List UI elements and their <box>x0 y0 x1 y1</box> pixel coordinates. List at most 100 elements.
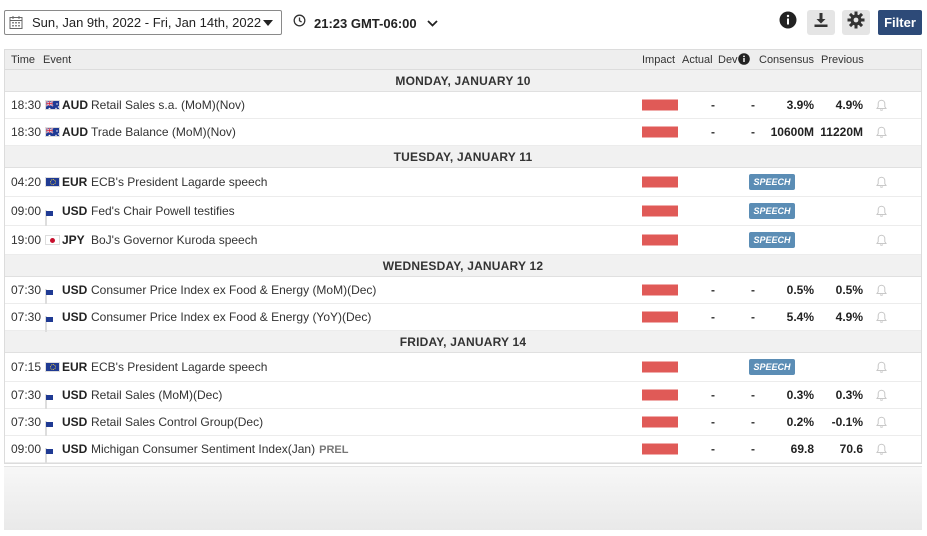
impact-bar <box>642 443 678 455</box>
event-title: Fed's Chair Powell testifies <box>91 204 235 218</box>
actual-value: - <box>711 98 715 112</box>
flag-us-icon <box>45 394 47 410</box>
event-name[interactable]: ECB's President Lagarde speech <box>91 360 267 374</box>
flag-eu-icon <box>45 177 60 187</box>
timezone-selector[interactable]: 21:23 GMT-06:00 <box>293 14 439 32</box>
currency-code: USD <box>62 388 88 402</box>
event-time: 19:00 <box>11 233 42 247</box>
currency-code: USD <box>62 415 88 429</box>
bell-icon[interactable] <box>873 414 889 430</box>
day-header: WEDNESDAY, JANUARY 12 <box>5 255 921 277</box>
currency-code: AUD <box>62 98 88 112</box>
event-time: 18:30 <box>11 125 42 139</box>
previous-value: 0.3% <box>835 388 863 402</box>
flag-us-icon <box>45 289 47 305</box>
consensus-value: 0.5% <box>786 283 814 297</box>
date-range-picker[interactable]: Sun, Jan 9th, 2022 - Fri, Jan 14th, 2022 <box>4 10 282 35</box>
bell-icon[interactable] <box>873 124 889 140</box>
event-time: 18:30 <box>11 98 42 112</box>
event-name[interactable]: Trade Balance (MoM)(Nov) <box>91 125 236 139</box>
economic-calendar-table: Time Event Impact Actual Dev Consensus P… <box>4 49 922 464</box>
event-title: ECB's President Lagarde speech <box>91 360 268 374</box>
bell-icon[interactable] <box>873 174 889 190</box>
impact-bar <box>642 99 678 111</box>
flag-us-icon <box>45 316 47 332</box>
event-time: 07:30 <box>11 415 42 429</box>
currency-code: USD <box>62 204 88 218</box>
table-row[interactable]: 07:30 USD Retail Sales Control Group(Dec) -… <box>5 409 921 437</box>
impact-bar <box>642 234 678 246</box>
col-consensus: Consensus <box>759 54 815 66</box>
currency-code: USD <box>62 442 88 456</box>
impact-bar <box>642 205 678 217</box>
col-previous: Previous <box>821 54 864 66</box>
bell-icon[interactable] <box>873 232 889 248</box>
table-row[interactable]: 18:30 AUD Retail Sales s.a. (MoM)(Nov) - - 3.… <box>5 92 921 119</box>
speech-badge: SPEECH <box>749 232 795 248</box>
previous-value: 4.9% <box>835 98 863 112</box>
flag-au-icon <box>45 127 60 137</box>
event-name[interactable]: Consumer Price Index ex Food & Energy (M… <box>91 283 376 297</box>
actual-value: - <box>711 310 715 324</box>
bell-icon[interactable] <box>873 282 889 298</box>
event-title: Retail Sales s.a. (MoM)(Nov) <box>91 98 246 112</box>
actual-value: - <box>711 125 715 139</box>
event-time: 04:20 <box>11 175 42 189</box>
event-name[interactable]: Michigan Consumer Sentiment Index(Jan) PR… <box>91 442 348 456</box>
table-row[interactable]: 19:00 JPY BoJ's Governor Kuroda speech SPEE… <box>5 226 921 255</box>
event-name[interactable]: Fed's Chair Powell testifies <box>91 204 235 218</box>
table-row[interactable]: 04:20 EUR ECB's President Lagarde speech SP… <box>5 168 921 197</box>
impact-bar <box>642 389 678 401</box>
table-row[interactable]: 18:30 AUD Trade Balance (MoM)(Nov) - - 10600M… <box>5 119 921 146</box>
event-name[interactable]: BoJ's Governor Kuroda speech <box>91 233 257 247</box>
previous-value: 0.5% <box>835 283 863 297</box>
consensus-value: 10600M <box>770 125 814 139</box>
event-name[interactable]: Retail Sales (MoM)(Dec) <box>91 388 222 402</box>
currency-code: USD <box>62 310 88 324</box>
info-icon <box>779 11 797 34</box>
table-row[interactable]: 07:30 USD Retail Sales (MoM)(Dec) - - 0.3% 0.3… <box>5 382 921 410</box>
download-button[interactable] <box>807 10 835 35</box>
actual-value: - <box>711 415 715 429</box>
toolbar: Sun, Jan 9th, 2022 - Fri, Jan 14th, 2022… <box>0 0 927 46</box>
event-name[interactable]: Retail Sales Control Group(Dec) <box>91 415 263 429</box>
date-range-text: Sun, Jan 9th, 2022 - Fri, Jan 14th, 2022 <box>32 15 262 30</box>
consensus-value: 69.8 <box>790 442 814 456</box>
event-time: 09:00 <box>11 442 42 456</box>
filter-button[interactable]: Filter <box>878 10 922 35</box>
event-name[interactable]: ECB's President Lagarde speech <box>91 175 267 189</box>
current-time: 21:23 GMT-06:00 <box>314 15 417 31</box>
bell-icon[interactable] <box>873 441 889 457</box>
previous-value: 4.9% <box>835 310 863 324</box>
bell-icon[interactable] <box>873 387 889 403</box>
bell-icon[interactable] <box>873 359 889 375</box>
flag-jp-icon <box>45 235 60 245</box>
bell-icon[interactable] <box>873 97 889 113</box>
event-time: 09:00 <box>11 204 42 218</box>
event-title: Michigan Consumer Sentiment Index(Jan) <box>91 442 316 456</box>
event-title: Retail Sales (MoM)(Dec) <box>91 388 223 402</box>
day-header: TUESDAY, JANUARY 11 <box>5 146 921 168</box>
table-body: MONDAY, JANUARY 10 18:30 AUD Retail Sales s… <box>5 70 921 464</box>
currency-code: JPY <box>62 233 85 247</box>
day-header: MONDAY, JANUARY 10 <box>5 70 921 92</box>
table-row[interactable]: 09:00 USD Fed's Chair Powell testifies SPEE… <box>5 197 921 226</box>
event-name[interactable]: Retail Sales s.a. (MoM)(Nov) <box>91 98 245 112</box>
info-button[interactable] <box>774 10 802 35</box>
chevron-down-icon[interactable] <box>427 17 439 29</box>
event-title: ECB's President Lagarde speech <box>91 175 268 189</box>
table-row[interactable]: 07:30 USD Consumer Price Index ex Food & E… <box>5 304 921 332</box>
table-row[interactable]: 07:15 EUR ECB's President Lagarde speech SP… <box>5 353 921 382</box>
currency-code: AUD <box>62 125 88 139</box>
event-name[interactable]: Consumer Price Index ex Food & Energy (Y… <box>91 310 371 324</box>
event-title: Consumer Price Index ex Food & Energy (Y… <box>91 310 372 324</box>
bell-icon[interactable] <box>873 203 889 219</box>
table-row[interactable]: 07:30 USD Consumer Price Index ex Food & E… <box>5 277 921 305</box>
event-time: 07:30 <box>11 310 42 324</box>
bell-icon[interactable] <box>873 309 889 325</box>
table-row[interactable]: 09:00 USD Michigan Consumer Sentiment Inde… <box>5 436 921 464</box>
currency-code: EUR <box>62 360 88 374</box>
impact-bar <box>642 126 678 138</box>
dev-info-icon[interactable] <box>738 53 750 68</box>
settings-button[interactable] <box>842 10 870 35</box>
